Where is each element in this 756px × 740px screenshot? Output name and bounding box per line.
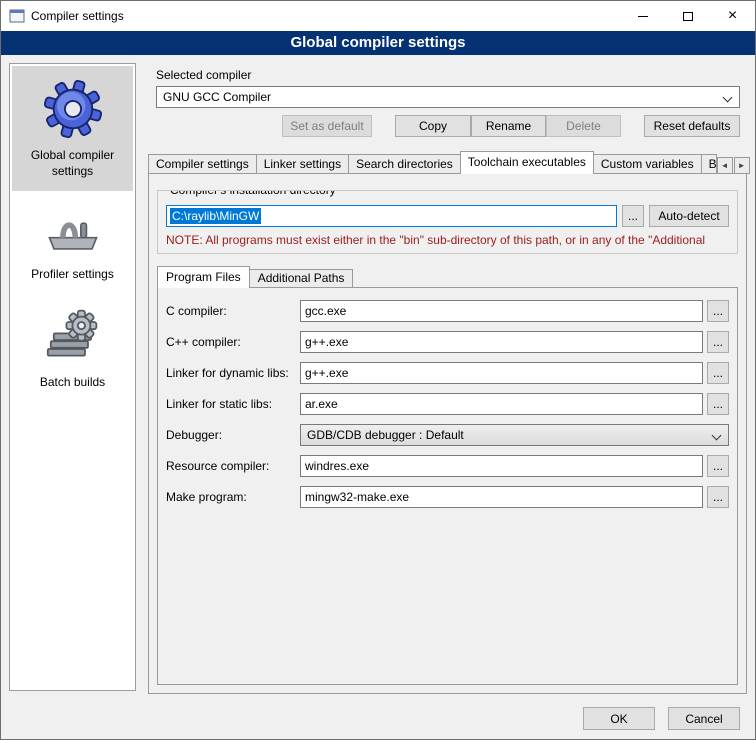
field-row-c-compiler: C compiler: ...	[166, 300, 729, 322]
tab-search-directories[interactable]: Search directories	[348, 154, 461, 174]
debugger-combobox[interactable]: GDB/CDB debugger : Default	[300, 424, 729, 446]
tab-program-files[interactable]: Program Files	[157, 266, 250, 288]
cpp-compiler-label: C++ compiler:	[166, 335, 300, 349]
install-dir-browse-button[interactable]: ...	[622, 205, 644, 227]
field-row-static-linker: Linker for static libs: ...	[166, 393, 729, 415]
field-row-make-program: Make program: ...	[166, 486, 729, 508]
make-program-browse-button[interactable]: ...	[707, 486, 729, 508]
debugger-label: Debugger:	[166, 428, 300, 442]
tab-additional-paths[interactable]: Additional Paths	[249, 269, 354, 288]
cancel-button[interactable]: Cancel	[668, 707, 740, 730]
static-linker-label: Linker for static libs:	[166, 397, 300, 411]
field-row-dynamic-linker: Linker for dynamic libs: ...	[166, 362, 729, 384]
dynamic-linker-label: Linker for dynamic libs:	[166, 366, 300, 380]
tab-compiler-settings[interactable]: Compiler settings	[148, 154, 257, 174]
tab-custom-variables[interactable]: Custom variables	[593, 154, 702, 174]
resource-compiler-browse-button[interactable]: ...	[707, 455, 729, 477]
profiler-icon	[45, 203, 101, 259]
field-row-resource-compiler: Resource compiler: ...	[166, 455, 729, 477]
dialog-body: Global compiler settings Profiler settin…	[1, 55, 755, 739]
main-panel: Selected compiler GNU GCC Compiler Set a…	[146, 55, 747, 739]
sidebar-item-batch-builds[interactable]: Batch builds	[12, 295, 133, 403]
program-files-panel: C compiler: ... C++ compiler: ... Linker…	[157, 287, 738, 685]
maximize-icon	[683, 12, 693, 21]
minimize-icon	[638, 16, 648, 17]
c-compiler-browse-button[interactable]: ...	[707, 300, 729, 322]
field-row-debugger: Debugger: GDB/CDB debugger : Default	[166, 424, 729, 446]
c-compiler-input[interactable]	[300, 300, 703, 322]
selected-compiler-label: Selected compiler	[156, 68, 251, 82]
maximize-button[interactable]	[665, 1, 710, 31]
settings-tabstrip: Compiler settings Linker settings Search…	[148, 151, 747, 174]
set-as-default-button[interactable]: Set as default	[282, 115, 372, 137]
cpp-compiler-input[interactable]	[300, 331, 703, 353]
toolchain-executables-panel: Compiler's installation directory C:\ray…	[148, 173, 747, 694]
tab-toolchain-executables[interactable]: Toolchain executables	[460, 151, 594, 174]
c-compiler-label: C compiler:	[166, 304, 300, 318]
make-program-label: Make program:	[166, 490, 300, 504]
window-title: Compiler settings	[31, 9, 124, 23]
sidebar-item-label: Profiler settings	[31, 267, 114, 283]
sidebar-item-label: Global compiler settings	[16, 148, 129, 179]
chevron-down-icon	[712, 431, 722, 441]
tab-scroll-left-button[interactable]: ◄	[717, 157, 733, 174]
debugger-value: GDB/CDB debugger : Default	[307, 428, 464, 442]
window-controls: ×	[620, 1, 755, 31]
dynamic-linker-input[interactable]	[300, 362, 703, 384]
sidebar-item-label: Batch builds	[40, 375, 105, 391]
static-linker-browse-button[interactable]: ...	[707, 393, 729, 415]
minimize-button[interactable]	[620, 1, 665, 31]
rename-button[interactable]: Rename	[471, 115, 546, 137]
install-dir-value: C:\raylib\MinGW	[170, 208, 261, 224]
arrow-right-icon: ►	[738, 161, 746, 170]
sidebar-item-profiler-settings[interactable]: Profiler settings	[12, 191, 133, 295]
ok-button[interactable]: OK	[583, 707, 655, 730]
close-button[interactable]: ×	[710, 1, 755, 31]
batch-builds-icon	[43, 307, 103, 367]
compiler-settings-window: Compiler settings × Global compiler sett…	[0, 0, 756, 740]
tab-linker-settings[interactable]: Linker settings	[256, 154, 349, 174]
static-linker-input[interactable]	[300, 393, 703, 415]
copy-button[interactable]: Copy	[395, 115, 471, 137]
titlebar: Compiler settings ×	[1, 1, 755, 31]
installation-directory-group-title: Compiler's installation directory	[166, 190, 340, 197]
installation-directory-row: C:\raylib\MinGW ... Auto-detect	[166, 205, 729, 227]
compiler-actions: Set as default Copy Rename Delete Reset …	[156, 115, 740, 137]
sidebar: Global compiler settings Profiler settin…	[9, 63, 136, 691]
reset-defaults-button[interactable]: Reset defaults	[644, 115, 740, 137]
dialog-header: Global compiler settings	[1, 31, 755, 55]
chevron-down-icon	[723, 93, 733, 103]
tab-build-options[interactable]: Buil	[701, 154, 717, 174]
selected-compiler-combobox[interactable]: GNU GCC Compiler	[156, 86, 740, 108]
tab-scroll-buttons: ◄ ►	[716, 157, 750, 174]
bin-subdirectory-note: NOTE: All programs must exist either in …	[166, 233, 729, 247]
cpp-compiler-browse-button[interactable]: ...	[707, 331, 729, 353]
selected-compiler-value: GNU GCC Compiler	[163, 90, 271, 104]
install-dir-input[interactable]: C:\raylib\MinGW	[166, 205, 617, 227]
auto-detect-button[interactable]: Auto-detect	[649, 205, 729, 227]
sidebar-item-global-compiler-settings[interactable]: Global compiler settings	[12, 66, 133, 191]
window-icon	[9, 8, 25, 24]
program-files-tabstrip: Program Files Additional Paths	[157, 266, 738, 288]
resource-compiler-input[interactable]	[300, 455, 703, 477]
tab-scroll-right-button[interactable]: ►	[734, 157, 750, 174]
resource-compiler-label: Resource compiler:	[166, 459, 300, 473]
delete-button[interactable]: Delete	[546, 115, 621, 137]
field-row-cpp-compiler: C++ compiler: ...	[166, 331, 729, 353]
dynamic-linker-browse-button[interactable]: ...	[707, 362, 729, 384]
gear-icon	[42, 78, 104, 140]
make-program-input[interactable]	[300, 486, 703, 508]
installation-directory-group: Compiler's installation directory C:\ray…	[157, 190, 738, 254]
close-icon: ×	[728, 8, 737, 24]
arrow-left-icon: ◄	[721, 161, 729, 170]
